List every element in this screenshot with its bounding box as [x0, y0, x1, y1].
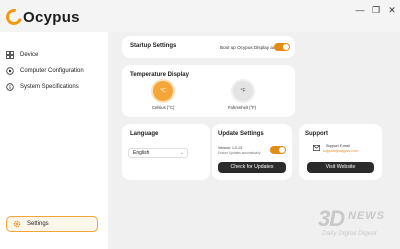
info-icon	[6, 83, 14, 91]
startup-settings-card: Startup Settings Boot up Ocypus Display …	[122, 36, 295, 58]
sidebar-item-label: Computer Configuration	[20, 68, 84, 74]
version-text: Version: 1.0.13	[218, 146, 242, 150]
support-email-link[interactable]: support@ocypus.com	[323, 149, 358, 153]
close-button[interactable]: ✕	[386, 4, 398, 16]
sidebar: Device Computer Configuration System Spe…	[0, 32, 108, 249]
celsius-label: Celsius (°C)	[152, 105, 175, 110]
chevron-down-icon: ⌄	[179, 150, 184, 156]
watermark-3d: 3D	[318, 206, 345, 231]
sidebar-item-label: System Specifications	[20, 84, 79, 90]
device-grid-icon	[6, 51, 14, 59]
mail-icon	[313, 145, 320, 151]
language-select[interactable]: English ⌄	[128, 148, 188, 158]
gear-icon	[13, 220, 21, 228]
watermark-news: NEWS	[348, 210, 385, 222]
startup-settings-title: Startup Settings	[130, 43, 177, 49]
support-title: Support	[305, 131, 328, 137]
sidebar-item-device[interactable]: Device	[6, 48, 38, 62]
watermark: 3D NEWS Daily Digital Digest	[318, 206, 396, 244]
app-logo: Ocypus	[3, 6, 80, 28]
auto-update-text: Ensure Updates automatically	[218, 151, 261, 155]
language-select-value: English	[133, 150, 150, 156]
update-settings-title: Update Settings	[218, 131, 264, 137]
temperature-display-card: Temperature Display °C Celsius (°C) °F F…	[122, 65, 295, 117]
minimize-button[interactable]: —	[354, 4, 366, 16]
language-title: Language	[130, 131, 159, 137]
celsius-button[interactable]: °C	[153, 81, 173, 101]
sidebar-item-computer-configuration[interactable]: Computer Configuration	[6, 64, 84, 78]
fahrenheit-label: Fahrenheit (°F)	[228, 105, 257, 110]
sidebar-item-label: Settings	[27, 221, 49, 227]
watermark-subtitle: Daily Digital Digest	[322, 230, 377, 237]
auto-update-toggle[interactable]	[270, 146, 286, 154]
logo-ring-icon	[3, 6, 25, 28]
update-settings-card: Update Settings Version: 1.0.13 Ensure U…	[212, 124, 292, 180]
restore-button[interactable]: ❐	[370, 4, 382, 16]
language-card: Language English ⌄	[122, 124, 210, 180]
support-email-label: Support E-mail	[326, 144, 350, 148]
check-for-updates-button[interactable]: Check for Updates	[218, 162, 286, 173]
app-title: Ocypus	[23, 8, 80, 26]
fahrenheit-button[interactable]: °F	[233, 81, 253, 101]
sidebar-item-system-specifications[interactable]: System Specifications	[6, 80, 79, 94]
computer-config-icon	[6, 67, 14, 75]
temperature-display-title: Temperature Display	[130, 72, 189, 78]
sidebar-item-settings[interactable]: Settings	[6, 216, 98, 232]
sidebar-item-label: Device	[20, 52, 39, 58]
title-bar: Ocypus — ❐ ✕	[0, 0, 400, 32]
support-card: Support Support E-mail support@ocypus.co…	[299, 124, 382, 180]
autostart-toggle[interactable]	[274, 43, 290, 51]
visit-website-button[interactable]: Visit Website	[307, 162, 374, 173]
